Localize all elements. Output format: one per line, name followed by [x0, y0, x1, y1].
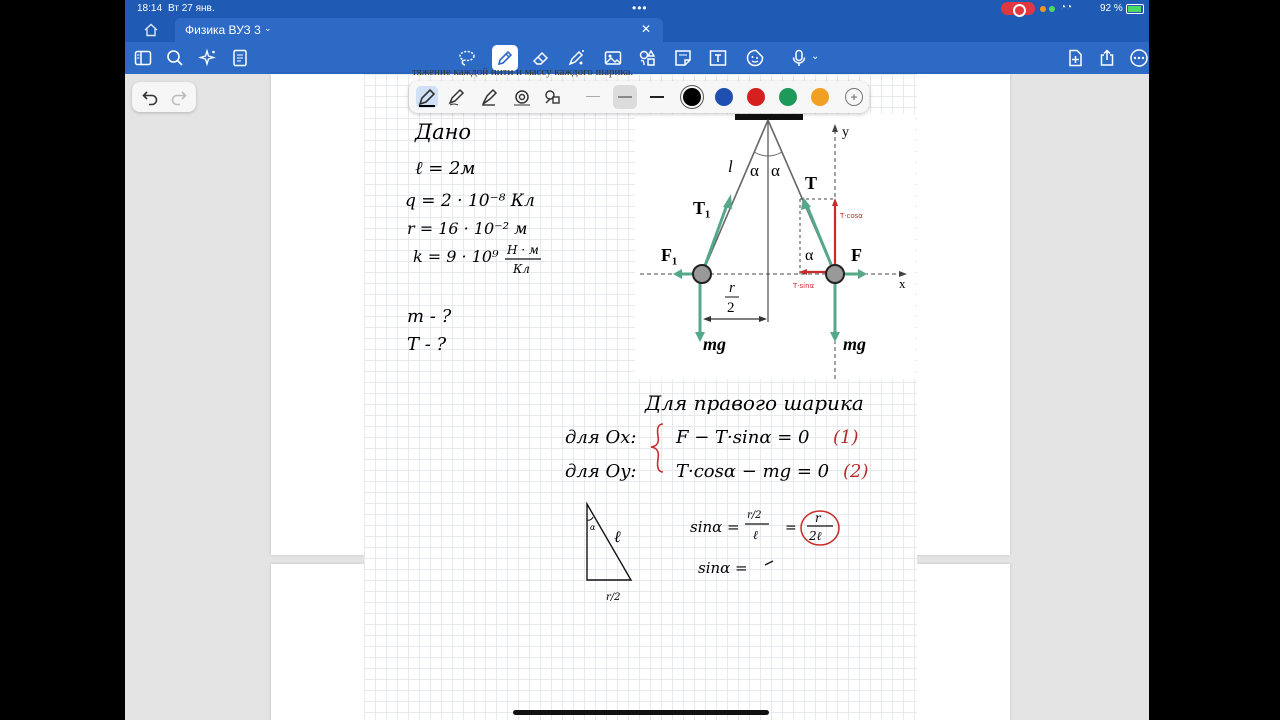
- sin-frac-top: r/2: [747, 510, 762, 521]
- undo-redo-panel: [132, 82, 196, 112]
- status-bar: 18:14 Вт 27 янв. ••• ◔◔ 92 %: [125, 0, 1149, 18]
- close-icon[interactable]: ✕: [641, 22, 651, 36]
- share-icon[interactable]: [1097, 48, 1117, 68]
- sin-result-top: r: [815, 511, 822, 525]
- ox-label: для Ox:: [565, 427, 636, 448]
- more-icon[interactable]: [1129, 48, 1149, 68]
- home-icon[interactable]: [143, 22, 159, 38]
- undo-icon[interactable]: [141, 88, 159, 106]
- sin-left: sinα =: [690, 518, 740, 536]
- ipad-screen: 18:14 Вт 27 янв. ••• ◔◔ 92 % Физика ВУЗ …: [125, 0, 1149, 720]
- search-icon[interactable]: [165, 48, 185, 68]
- oy-number: (2): [843, 461, 869, 482]
- sin-result-bot: 2ℓ: [808, 529, 822, 543]
- highlighter-icon[interactable]: [566, 48, 586, 68]
- battery-percent: 92 %: [1100, 3, 1123, 14]
- handwriting-layer: Дано ℓ = 2м q = 2 · 10⁻⁸ Кл r = 16 · 10⁻…: [405, 120, 869, 603]
- triangle-alpha: α: [590, 523, 596, 532]
- find-T: T - ?: [407, 334, 447, 355]
- given-heading: Дано: [414, 120, 471, 144]
- color-swatch-blue[interactable]: [715, 88, 733, 106]
- thickness-medium[interactable]: [613, 85, 637, 109]
- shape-recognition-icon[interactable]: [511, 86, 533, 108]
- wifi-icon: ◔◔: [1060, 2, 1073, 13]
- color-swatch-black[interactable]: [683, 88, 701, 106]
- given-k-num: Н · м: [506, 243, 539, 257]
- given-q: q = 2 · 10⁻⁸ Кл: [405, 191, 535, 211]
- multitask-dots-icon[interactable]: •••: [632, 1, 648, 15]
- brush-pen-icon[interactable]: [479, 86, 501, 108]
- notebook-canvas[interactable]: тяжение каждой нити и массу каждого шари…: [125, 66, 1149, 720]
- favorites-pen-icon[interactable]: [542, 86, 564, 108]
- chevron-down-icon[interactable]: ⌄: [264, 23, 272, 34]
- oy-label: для Oy:: [565, 461, 637, 482]
- given-k: k = 9 · 10⁹: [413, 247, 499, 266]
- triangle-l: ℓ: [614, 527, 621, 546]
- color-swatch-orange[interactable]: [811, 88, 829, 106]
- tab-bar: Физика ВУЗ 3 ⌄ ✕: [125, 18, 1149, 42]
- tab-title: Физика ВУЗ 3: [185, 23, 261, 37]
- ox-equation: F − T·sinα = 0: [675, 427, 809, 448]
- textbox-icon[interactable]: [708, 48, 728, 68]
- mic-icon[interactable]: [789, 48, 809, 68]
- sin-frac-bot: ℓ: [753, 528, 758, 542]
- given-k-den: Кл: [512, 262, 530, 276]
- notes-icon[interactable]: [230, 48, 250, 68]
- color-swatch-green[interactable]: [779, 88, 797, 106]
- lasso-icon[interactable]: [457, 48, 477, 68]
- thickness-thick[interactable]: [645, 85, 669, 109]
- find-m: m - ?: [407, 306, 452, 327]
- status-time: 18:14: [137, 3, 163, 14]
- sidebar-icon[interactable]: [133, 48, 153, 68]
- home-indicator[interactable]: [513, 710, 769, 715]
- add-page-icon[interactable]: [1065, 48, 1085, 68]
- shapes-icon[interactable]: [637, 48, 657, 68]
- solution-heading: Для правого шарика: [644, 391, 864, 415]
- fountain-pen-icon[interactable]: [416, 86, 438, 108]
- color-swatch-red[interactable]: [747, 88, 765, 106]
- triangle-base: r/2: [606, 592, 621, 603]
- image-icon[interactable]: [603, 48, 623, 68]
- status-date: Вт 27 янв.: [168, 3, 215, 14]
- given-l: ℓ = 2м: [415, 158, 475, 179]
- sin-second: sinα =: [698, 559, 748, 577]
- redo-icon[interactable]: [170, 88, 188, 106]
- thickness-thin[interactable]: [581, 85, 605, 109]
- pen-toolbar: +: [409, 81, 869, 113]
- sticky-note-icon[interactable]: [673, 48, 693, 68]
- tab-notebook[interactable]: Физика ВУЗ 3 ⌄ ✕: [175, 18, 663, 42]
- ox-number: (1): [833, 427, 859, 448]
- sticker-icon[interactable]: [745, 48, 765, 68]
- eraser-icon[interactable]: [531, 48, 551, 68]
- oy-equation: T·cosα − mg = 0: [676, 461, 829, 482]
- camera-indicator-icon: [1049, 6, 1055, 12]
- given-r: r = 16 · 10⁻² м: [407, 219, 527, 238]
- chevron-down-icon[interactable]: ⌄: [811, 51, 821, 71]
- add-color-icon[interactable]: +: [845, 88, 863, 106]
- ribbon-toolbar: ⌄: [125, 42, 1149, 74]
- screen-record-icon[interactable]: [1001, 2, 1035, 17]
- battery-icon: [1126, 4, 1144, 14]
- mic-indicator-icon: [1040, 6, 1046, 12]
- ball-pen-icon[interactable]: [446, 86, 468, 108]
- sin-eq: =: [785, 520, 797, 536]
- sparkle-icon[interactable]: [198, 48, 218, 68]
